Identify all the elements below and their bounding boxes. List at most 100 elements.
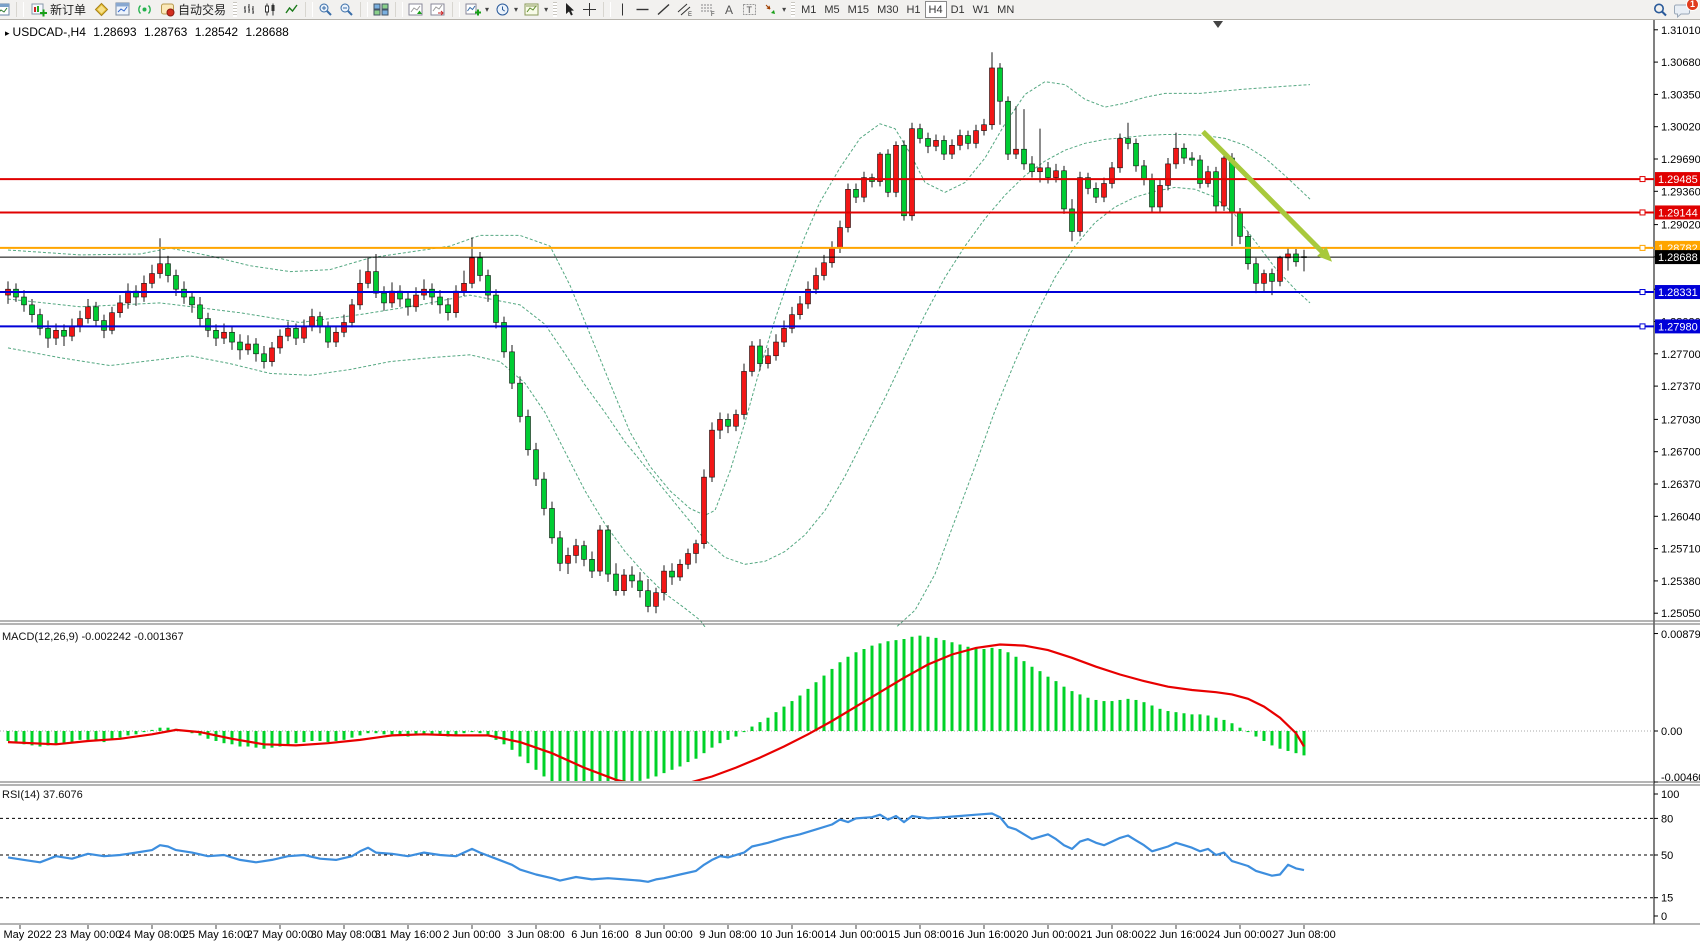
- cursor-button[interactable]: [559, 1, 579, 18]
- timeframe-button-M15[interactable]: M15: [844, 1, 873, 18]
- templates-button[interactable]: ▾: [521, 1, 551, 18]
- zoom-in-button[interactable]: [315, 1, 336, 18]
- timeframe-button-W1[interactable]: W1: [969, 1, 994, 18]
- time-axis-label: 24 Jun 00:00: [1208, 929, 1272, 941]
- bar-chart-button[interactable]: [239, 1, 260, 18]
- chart-shift-button[interactable]: [427, 1, 449, 18]
- add-indicator-icon: [465, 2, 481, 17]
- app-icon[interactable]: [0, 1, 13, 18]
- bar-chart-icon: [242, 2, 257, 17]
- candle: [1246, 231, 1251, 269]
- candle: [710, 422, 715, 482]
- search-button[interactable]: [1649, 1, 1671, 18]
- line-handle[interactable]: [1640, 177, 1645, 182]
- timeframe-button-H4[interactable]: H4: [925, 1, 947, 18]
- zoom-out-button[interactable]: [336, 1, 357, 18]
- svg-text:1.28331: 1.28331: [1658, 287, 1698, 299]
- line-chart-icon: [284, 2, 299, 17]
- toolbar-separator: [603, 2, 611, 17]
- symbol-label: USDCAD-,H4: [13, 25, 86, 39]
- line-chart-button[interactable]: [281, 1, 302, 18]
- candle: [598, 525, 603, 576]
- text-icon: A: [723, 2, 736, 17]
- fibonacci-button[interactable]: F: [697, 1, 720, 18]
- line-handle[interactable]: [1640, 245, 1645, 250]
- line-handle[interactable]: [1640, 324, 1645, 329]
- horizontal-line-icon: [635, 2, 650, 17]
- price-tick-label: 1.25380: [1661, 576, 1700, 588]
- candle: [1078, 172, 1083, 237]
- trendline-button[interactable]: [653, 1, 674, 18]
- toolbar-separator: [395, 2, 403, 17]
- line-handle[interactable]: [1640, 210, 1645, 215]
- svg-text:E: E: [688, 12, 692, 17]
- equidistant-channel-button[interactable]: E: [674, 1, 697, 18]
- timeframe-button-M1[interactable]: M1: [797, 1, 820, 18]
- quotes-button[interactable]: [91, 1, 112, 18]
- chevron-down-icon: ▾: [544, 5, 548, 14]
- market-watch-button[interactable]: [112, 1, 134, 18]
- price-tick-label: 1.30020: [1661, 122, 1700, 134]
- ohlc-close: 1.28688: [245, 25, 288, 39]
- price-tag-1.27980: 1.27980: [1655, 319, 1700, 333]
- price-tick-label: 1.26040: [1661, 511, 1700, 523]
- arrows-button[interactable]: ▾: [760, 1, 789, 18]
- vertical-line-button[interactable]: [613, 1, 632, 18]
- macd-axis-label: -0.004601: [1661, 772, 1700, 784]
- candlestick-chart-button[interactable]: [260, 1, 281, 18]
- timeframe-button-D1[interactable]: D1: [947, 1, 969, 18]
- line-handle[interactable]: [1640, 290, 1645, 295]
- signal-button[interactable]: [134, 1, 155, 18]
- text-button[interactable]: A: [720, 1, 739, 18]
- clock-icon: [495, 2, 510, 17]
- toolbar-separator: [16, 2, 24, 17]
- time-axis-label: 15 Jun 08:00: [888, 929, 952, 941]
- text-label-button[interactable]: T: [739, 1, 760, 18]
- timeframe-button-H1[interactable]: H1: [902, 1, 924, 18]
- timeframe-button-M30[interactable]: M30: [873, 1, 902, 18]
- macd-axis-label: 0.008791: [1661, 629, 1700, 641]
- toolbar-separator: [305, 2, 313, 17]
- chart-autoscroll-button[interactable]: [405, 1, 427, 18]
- svg-text:T: T: [747, 5, 753, 15]
- chat-button[interactable]: 1: [1671, 1, 1694, 18]
- candle: [1118, 134, 1123, 173]
- price-tick-label: 1.30680: [1661, 57, 1700, 69]
- toolbar-separator: [452, 2, 460, 17]
- chart-area[interactable]: 1.310101.306801.303501.300201.296901.293…: [0, 0, 1700, 942]
- timeframe-button-MN[interactable]: MN: [993, 1, 1018, 18]
- chart-window-icon: [0, 2, 10, 17]
- candle: [702, 469, 707, 548]
- price-tag-1.28331: 1.28331: [1655, 285, 1700, 299]
- time-axis-label: 10 Jun 16:00: [760, 929, 824, 941]
- periods-button[interactable]: ▾: [492, 1, 521, 18]
- time-axis-label: 25 May 16:00: [183, 929, 250, 941]
- ohlc-open: 1.28693: [93, 25, 136, 39]
- price-tick-label: 1.27030: [1661, 414, 1700, 426]
- rsi-label: RSI(14) 37.6076: [2, 789, 83, 801]
- tile-windows-button[interactable]: [370, 1, 392, 18]
- price-tick-label: 1.27700: [1661, 349, 1700, 361]
- notification-badge: 1: [1686, 0, 1699, 11]
- new-order-label: 新订单: [50, 1, 86, 18]
- auto-trading-icon: [160, 2, 175, 17]
- main-toolbar: 新订单 自动交易 ▾ ▾: [0, 0, 1700, 20]
- candle: [894, 141, 899, 197]
- crosshair-button[interactable]: [579, 1, 600, 18]
- arrows-icon: [763, 2, 778, 17]
- candle: [494, 289, 499, 328]
- auto-trading-button[interactable]: 自动交易: [155, 1, 231, 18]
- indicators-button[interactable]: ▾: [462, 1, 492, 18]
- toolbar-grip: [233, 2, 237, 17]
- candle: [1198, 155, 1203, 188]
- time-axis-label: 27 May 00:00: [247, 929, 314, 941]
- new-order-button[interactable]: 新订单: [26, 1, 91, 18]
- price-tick-label: 1.29690: [1661, 154, 1700, 166]
- time-axis-label: 3 Jun 08:00: [507, 929, 565, 941]
- price-tick-label: 1.26700: [1661, 447, 1700, 459]
- horizontal-line-button[interactable]: [632, 1, 653, 18]
- timeframe-button-M5[interactable]: M5: [820, 1, 843, 18]
- candle: [502, 317, 507, 358]
- toolbar-grip: [553, 2, 557, 17]
- gold-diamond-icon: [94, 2, 109, 17]
